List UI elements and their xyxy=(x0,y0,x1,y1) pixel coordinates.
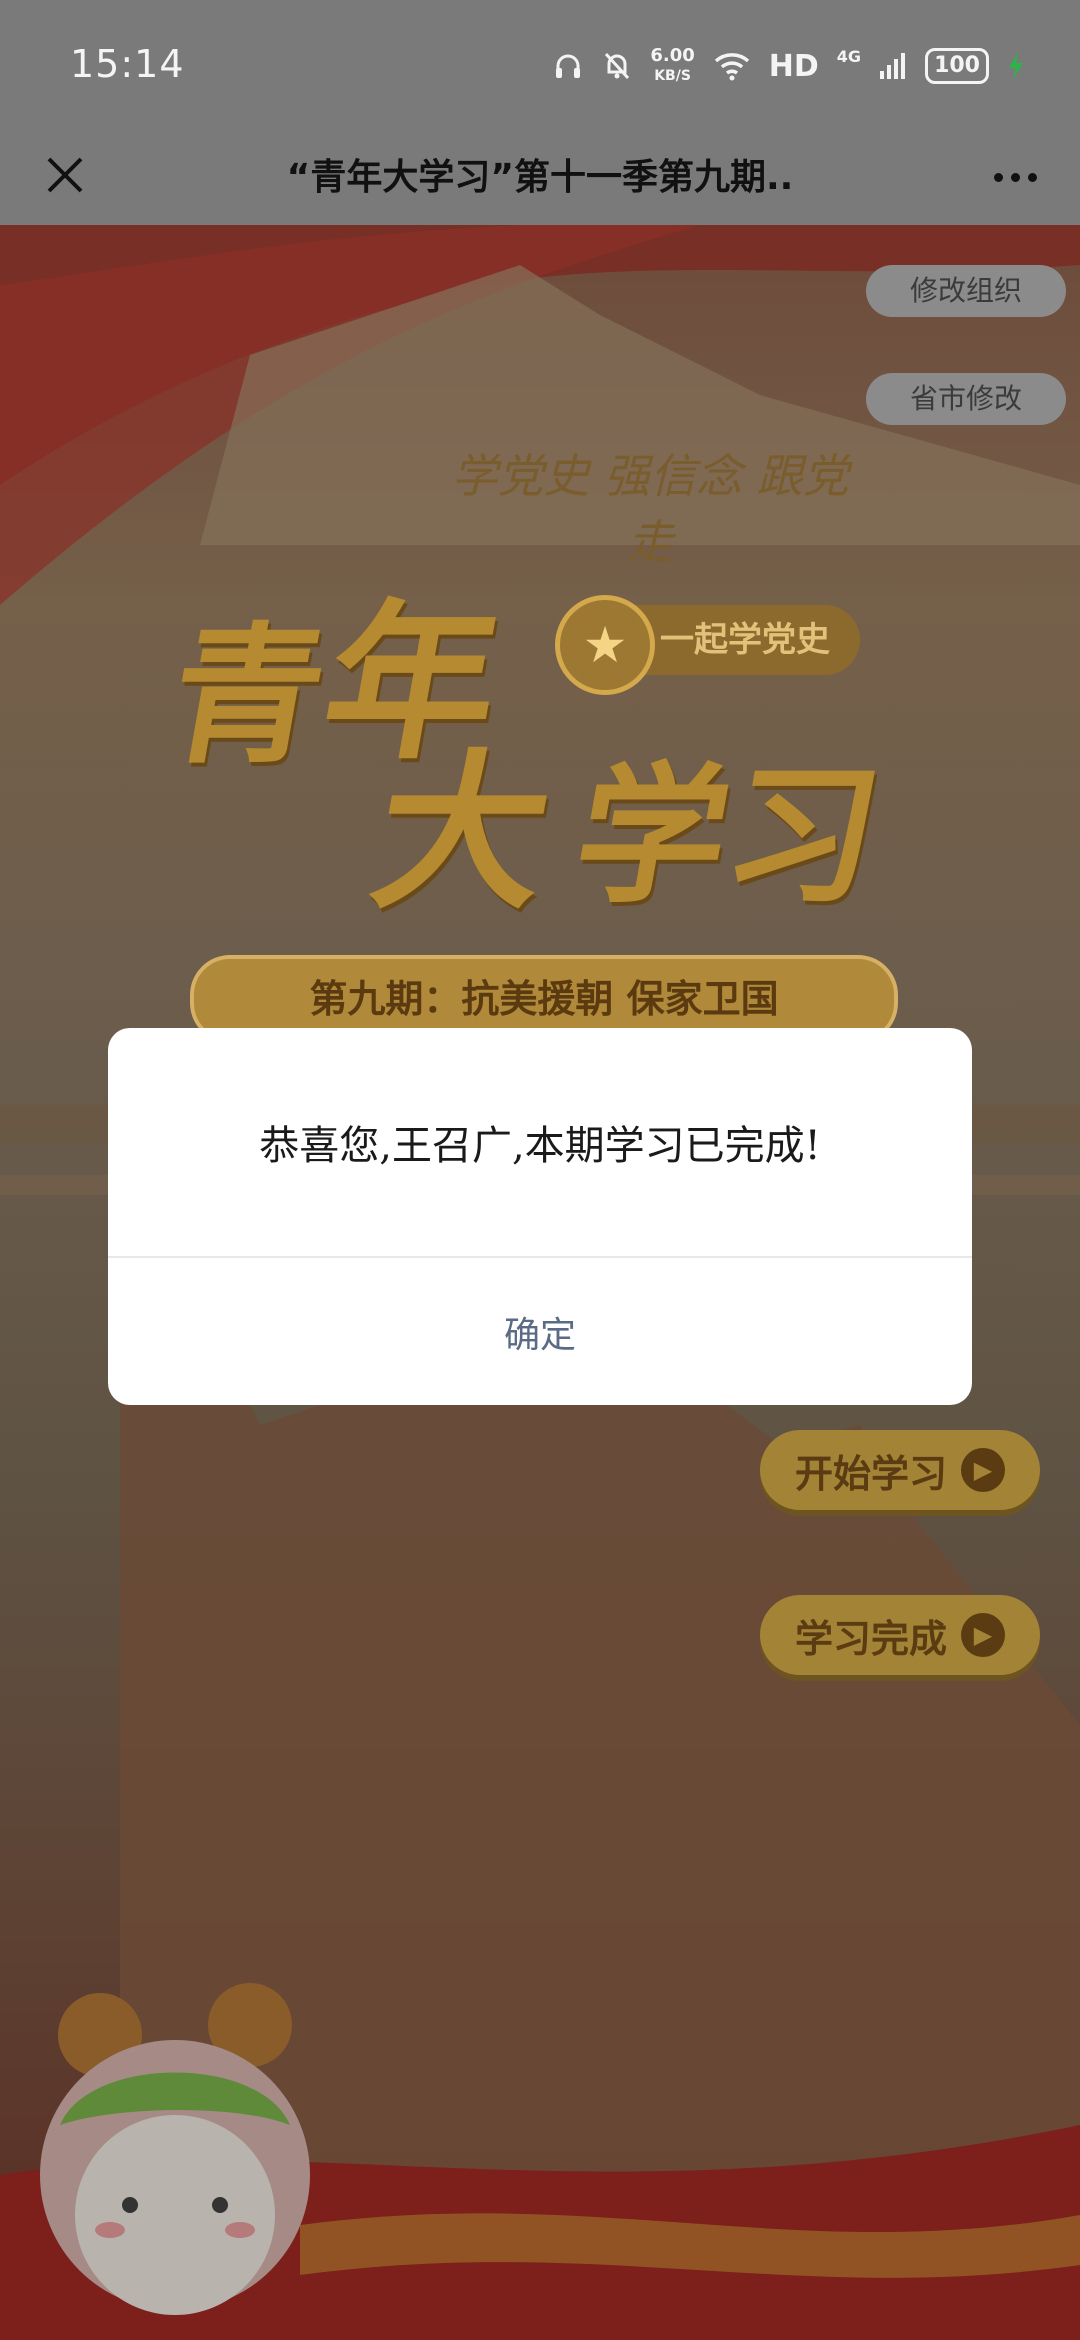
edit-region-button[interactable]: 省市修改 xyxy=(866,373,1066,425)
slogan-text: 一起学党史 xyxy=(660,620,830,660)
close-button[interactable] xyxy=(30,140,100,210)
more-dot xyxy=(1027,172,1037,182)
mute-bell-icon xyxy=(602,50,632,82)
start-study-button[interactable]: 开始学习 ▶ xyxy=(760,1430,1040,1510)
status-bar: 15:14 6.00 KB/S HD 4G 100 xyxy=(0,0,1080,130)
close-icon xyxy=(47,157,83,193)
charging-icon xyxy=(1007,51,1025,81)
signal-icon xyxy=(879,51,907,81)
speed-value: 6.00 xyxy=(650,45,695,66)
finish-study-label: 学习完成 xyxy=(794,1616,947,1661)
status-icons: 6.00 KB/S HD 4G 100 xyxy=(552,38,1025,94)
play-arrow-icon: ▶ xyxy=(961,1448,1005,1492)
confirm-button[interactable]: 确定 xyxy=(108,1258,972,1405)
headphones-icon xyxy=(552,50,584,82)
star-icon: ★ xyxy=(555,595,655,695)
edit-organization-button[interactable]: 修改组织 xyxy=(866,265,1066,317)
wifi-icon xyxy=(713,51,751,81)
logo-char: 学习 xyxy=(562,750,893,924)
hd-label: HD xyxy=(768,48,819,84)
more-dot xyxy=(993,172,1003,182)
start-study-label: 开始学习 xyxy=(794,1451,947,1496)
network-type: 4G xyxy=(836,46,862,66)
page-title: “青年大学习”第十一季第九期.. xyxy=(286,157,794,198)
more-menu-button[interactable] xyxy=(980,142,1050,212)
completion-dialog: 恭喜您,王召广,本期学习已完成! 确定 xyxy=(108,1028,972,1405)
status-time: 15:14 xyxy=(70,42,185,86)
battery-level: 100 xyxy=(925,48,989,84)
title-bar: “青年大学习”第十一季第九期.. xyxy=(0,130,1080,225)
speed-unit: KB/S xyxy=(654,68,691,84)
dialog-message: 恭喜您,王召广,本期学习已完成! xyxy=(259,1123,821,1169)
play-arrow-icon: ▶ xyxy=(961,1613,1005,1657)
more-dot xyxy=(1010,172,1020,182)
network-speed: 6.00 KB/S xyxy=(650,46,694,86)
finish-study-button[interactable]: 学习完成 ▶ xyxy=(760,1595,1040,1675)
